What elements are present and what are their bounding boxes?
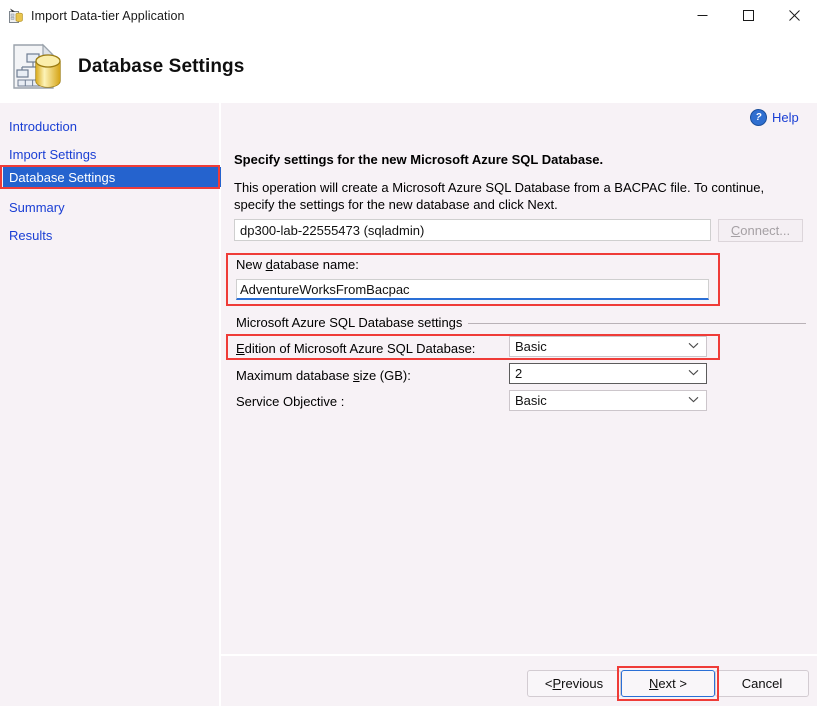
chevron-down-icon xyxy=(688,396,699,405)
new-database-name-input[interactable] xyxy=(236,279,709,300)
cancel-button[interactable]: Cancel xyxy=(715,670,809,697)
service-objective-label: Service Objective : xyxy=(236,394,344,409)
sidebar-item-database-settings[interactable]: Database Settings xyxy=(3,167,227,187)
label-accesskey: E xyxy=(236,341,245,356)
max-size-label: Maximum database size (GB): xyxy=(236,368,411,383)
edition-dropdown[interactable]: Basic xyxy=(509,336,707,357)
edition-label: Edition of Microsoft Azure SQL Database: xyxy=(236,341,475,356)
label-part: Cancel xyxy=(741,676,783,691)
maximize-button[interactable] xyxy=(725,0,771,31)
max-size-dropdown[interactable]: 2 xyxy=(509,363,707,384)
previous-button[interactable]: < Previous xyxy=(527,670,621,697)
page-header: Database Settings xyxy=(0,31,817,103)
max-size-value: 2 xyxy=(515,366,523,381)
title-bar: Import Data-tier Application xyxy=(0,0,817,31)
label-part: ize (GB): xyxy=(359,368,411,383)
connect-accesskey: C xyxy=(730,223,741,238)
sidebar-item-label: Results xyxy=(9,227,53,243)
group-label: Microsoft Azure SQL Database settings xyxy=(236,315,469,330)
label-part: Maximum database xyxy=(236,368,354,383)
sidebar-item-label: Introduction xyxy=(9,118,77,134)
label-part: revious xyxy=(561,676,604,691)
label-part: atabase name: xyxy=(272,257,359,272)
sidebar-item-import-settings[interactable]: Import Settings xyxy=(5,144,100,164)
footer-divider xyxy=(221,654,817,656)
label-part: ext > xyxy=(658,676,687,691)
next-button[interactable]: Next > xyxy=(621,670,715,697)
label-accesskey: P xyxy=(552,676,562,691)
sidebar-item-summary[interactable]: Summary xyxy=(5,197,69,217)
edition-value: Basic xyxy=(515,339,547,354)
instruction-title: Specify settings for the new Microsoft A… xyxy=(234,152,604,167)
wizard-sidebar: Introduction Import Settings Database Se… xyxy=(0,103,227,706)
connect-label: onnect... xyxy=(740,223,791,238)
page-title: Database Settings xyxy=(78,56,245,77)
help-link[interactable]: ? Help xyxy=(750,109,799,126)
sidebar-item-label: Import Settings xyxy=(9,146,97,162)
window-title: Import Data-tier Application xyxy=(31,8,185,23)
sidebar-item-label: Summary xyxy=(9,199,65,215)
service-objective-dropdown[interactable]: Basic xyxy=(509,390,707,411)
service-objective-value: Basic xyxy=(515,393,547,408)
help-icon: ? xyxy=(750,109,767,126)
instruction-body: This operation will create a Microsoft A… xyxy=(234,180,765,212)
label-part: < xyxy=(544,676,553,691)
new-database-name-label: New database name: xyxy=(236,257,359,272)
close-button[interactable] xyxy=(771,0,817,31)
database-document-icon xyxy=(10,43,62,91)
help-label: Help xyxy=(772,110,799,125)
label-part: dition of Microsoft Azure SQL Database: xyxy=(244,341,476,356)
import-data-tier-icon xyxy=(8,8,24,24)
minimize-button[interactable] xyxy=(679,0,725,31)
connect-button: Connect... xyxy=(718,219,803,242)
label-accesskey: N xyxy=(649,676,659,691)
window-controls xyxy=(679,0,817,31)
chevron-down-icon xyxy=(688,342,699,351)
label-part: Service Objective : xyxy=(236,394,345,409)
sidebar-item-introduction[interactable]: Introduction xyxy=(5,116,81,136)
sidebar-item-results[interactable]: Results xyxy=(5,225,56,245)
chevron-down-icon xyxy=(688,369,699,378)
sidebar-item-label: Database Settings xyxy=(9,169,116,185)
server-connection-input[interactable] xyxy=(234,219,711,241)
label-part: New xyxy=(236,257,266,272)
label-accesskey: d xyxy=(265,257,273,272)
